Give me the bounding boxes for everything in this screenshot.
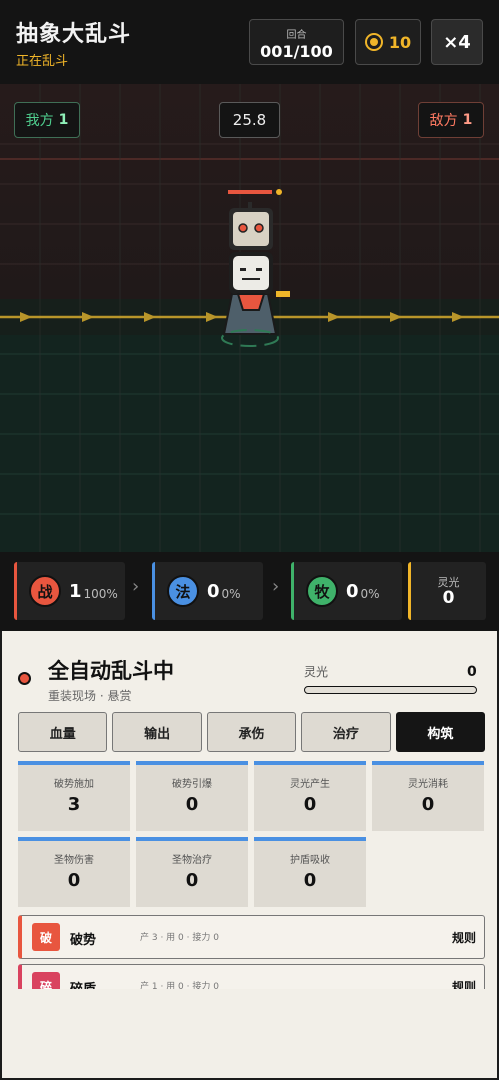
game-title: 抽象大乱斗 — [16, 22, 132, 47]
rule-name: 碎盾 — [70, 978, 96, 989]
role-card-warrior[interactable]: 战 1 100% — [14, 562, 125, 620]
priest-count: 0 — [346, 580, 359, 602]
stat-value: 0 — [185, 870, 199, 891]
coin-value: 10 — [388, 32, 412, 52]
warrior-percent: 100% — [83, 586, 118, 601]
rule-meta: 产 1 · 用 0 · 接力 0 — [140, 982, 219, 989]
tab-build[interactable]: 构筑 — [395, 712, 486, 752]
stat-card: 灵光消耗 0 — [372, 761, 484, 831]
top-bar: 抽象大乱斗 正在乱斗 回合 001/100 10 ×4 — [0, 0, 499, 84]
stat-label: 破势引爆 — [172, 779, 212, 790]
stat-value: 0 — [185, 794, 199, 815]
rule-meta: 产 3 · 用 0 · 接力 0 — [140, 933, 219, 943]
arena-grid — [0, 84, 499, 552]
tab-damage[interactable]: 输出 — [112, 712, 202, 752]
coin-icon — [364, 33, 383, 51]
aura-card: 灵光 0 — [408, 562, 486, 620]
warrior-count: 1 — [69, 580, 82, 602]
rule-list: 破 破势 产 3 · 用 0 · 接力 0 规则 碎 碎盾 产 1 · 用 0 … — [18, 915, 485, 989]
coin-counter: 10 — [355, 19, 421, 65]
stat-value: 0 — [421, 794, 435, 815]
stat-label: 圣物伤害 — [54, 855, 94, 866]
rule-tag: 规则 — [451, 980, 476, 989]
tab-damage-taken[interactable]: 承伤 — [206, 712, 297, 752]
stat-value: 3 — [67, 794, 81, 815]
rule-name: 破势 — [70, 933, 97, 948]
chevron-right-icon: › — [132, 576, 140, 597]
stat-label: 破势施加 — [54, 779, 94, 790]
panel-subtitle: 重装现场 · 悬赏 — [48, 689, 132, 703]
aura-meter-bar — [304, 686, 477, 694]
stats-panel: 全自动乱斗中 重装现场 · 悬赏 灵光 0 血量 输出 承伤 治疗 构筑 破势施… — [0, 631, 499, 1080]
stat-card: 圣物伤害 0 — [18, 837, 130, 907]
stat-value: 0 — [67, 870, 81, 891]
priest-percent: 0% — [360, 586, 380, 601]
stat-label: 灵光产生 — [290, 779, 330, 790]
stats-tabs: 血量 输出 承伤 治疗 构筑 — [18, 712, 486, 752]
stat-label: 灵光消耗 — [408, 779, 448, 790]
stat-card: 破势引爆 0 — [136, 761, 248, 831]
aura-value: 0 — [442, 588, 455, 608]
mage-count: 0 — [207, 580, 220, 602]
tab-healing[interactable]: 治疗 — [301, 712, 391, 752]
battle-arena: 我方 1 25.8 敌方 1 — [0, 84, 499, 552]
aura-meter-value: 0 — [467, 664, 477, 680]
role-card-mage[interactable]: 法 0 0% — [152, 562, 263, 620]
speed-button[interactable]: ×4 — [431, 19, 483, 65]
stat-card: 破势施加 3 — [18, 761, 130, 831]
stat-label: 圣物治疗 — [172, 855, 212, 866]
enemy-unit[interactable] — [228, 189, 282, 250]
ally-label: 我方 — [25, 113, 54, 129]
round-value: 001/100 — [260, 42, 333, 61]
ally-count: 1 — [58, 112, 69, 128]
stat-label: 护盾吸收 — [290, 855, 330, 866]
list-item[interactable]: 碎 碎盾 产 1 · 用 0 · 接力 0 规则 — [18, 964, 485, 989]
rule-badge: 碎 — [32, 972, 60, 989]
mage-icon: 法 — [167, 575, 199, 607]
panel-title: 全自动乱斗中 — [48, 659, 174, 683]
enemy-count: 1 — [462, 112, 473, 128]
ally-count-badge: 我方 1 — [14, 102, 80, 138]
mage-percent: 0% — [221, 586, 241, 601]
role-summary-strip: 战 1 100% › 法 0 0% › 牧 0 0% 灵光 0 — [0, 552, 499, 631]
warrior-icon: 战 — [29, 575, 61, 607]
round-label: 回合 — [286, 30, 307, 41]
chevron-right-icon: › — [272, 576, 280, 597]
stat-value: 0 — [303, 870, 317, 891]
aura-meter-label: 灵光 — [304, 665, 329, 679]
list-item[interactable]: 破 破势 产 3 · 用 0 · 接力 0 规则 — [18, 915, 485, 959]
rule-tag: 规则 — [451, 931, 476, 945]
stat-card: 灵光产生 0 — [254, 761, 366, 831]
enemy-label: 敌方 — [429, 113, 458, 129]
stat-card: 护盾吸收 0 — [254, 837, 366, 907]
rule-badge: 破 — [32, 923, 60, 951]
battle-status: 正在乱斗 — [16, 54, 69, 69]
enemy-count-badge: 敌方 1 — [418, 102, 484, 138]
stat-value: 0 — [303, 794, 317, 815]
priest-icon: 牧 — [306, 575, 338, 607]
stat-card: 圣物治疗 0 — [136, 837, 248, 907]
live-status-dot — [18, 672, 31, 685]
tab-health[interactable]: 血量 — [18, 712, 108, 752]
role-card-priest[interactable]: 牧 0 0% — [291, 562, 402, 620]
round-counter: 回合 001/100 — [249, 19, 344, 65]
battle-timer: 25.8 — [219, 102, 280, 138]
